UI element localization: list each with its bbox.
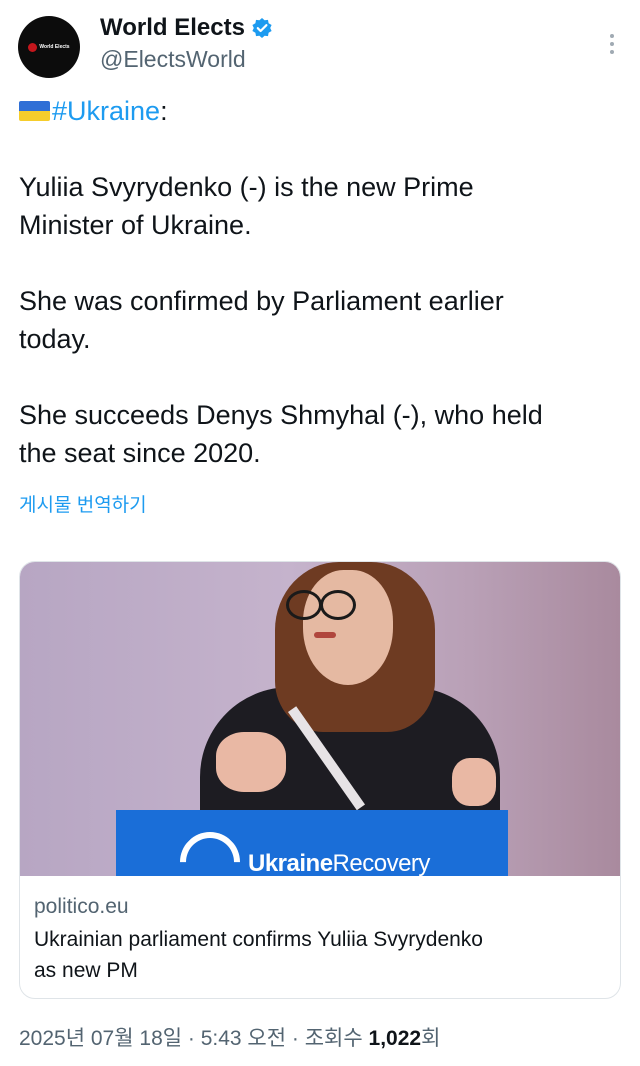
glasses-left	[286, 590, 322, 620]
globe-icon	[28, 42, 38, 52]
display-name[interactable]: World Elects	[100, 14, 245, 42]
hashtag-line: #Ukraine:	[19, 92, 619, 130]
tweet-header: World Elects World Elects @ElectsWorld	[18, 14, 622, 82]
tweet-line: She succeeds Denys Shmyhal (-), who held	[19, 400, 543, 430]
more-options-icon[interactable]	[602, 32, 622, 56]
photo-mouth	[314, 632, 336, 638]
photo-hand-right	[452, 758, 496, 806]
card-title-line: as new PM	[34, 959, 138, 982]
hashtag-link[interactable]: #Ukraine	[52, 92, 160, 130]
tweet-line: the seat since 2020.	[19, 438, 261, 468]
card-domain: politico.eu	[34, 895, 129, 918]
podium-text: UkraineRecovery	[248, 850, 430, 876]
views-suffix: 회	[421, 1027, 441, 1050]
glasses-right	[320, 590, 356, 620]
views-count: 1,022	[368, 1027, 422, 1050]
card-title: Ukrainian parliament confirms Yuliia Svy…	[34, 924, 606, 986]
card-image[interactable]: UkraineRecovery	[20, 562, 620, 876]
timestamp-text[interactable]: 2025년 07월 18일 · 5:43 오전 · 조회수	[19, 1027, 369, 1050]
name-row: World Elects	[100, 14, 273, 42]
translate-post-link[interactable]: 게시물 번역하기	[19, 490, 147, 517]
avatar[interactable]: World Elects	[18, 16, 80, 78]
photo-face	[303, 570, 393, 685]
hashtag-suffix: :	[160, 96, 168, 126]
ukraine-flag-icon	[19, 101, 50, 121]
card-title-line: Ukrainian parliament confirms Yuliia Svy…	[34, 928, 483, 951]
tweet-line: She was confirmed by Parliament earlier	[19, 286, 504, 316]
photo-hand-left	[216, 732, 286, 792]
verified-badge-icon[interactable]	[251, 17, 273, 39]
avatar-logo: World Elects	[28, 42, 70, 52]
tweet-line: today.	[19, 324, 91, 354]
link-card[interactable]: UkraineRecovery politico.eu Ukrainian pa…	[19, 561, 621, 999]
tweet-text: #Ukraine: Yuliia Svyrydenko (-) is the n…	[19, 92, 619, 472]
tweet-line: Minister of Ukraine.	[19, 210, 252, 240]
avatar-text: World Elects	[39, 44, 70, 50]
card-meta: politico.eu Ukrainian parliament confirm…	[20, 876, 620, 986]
tweet-line: Yuliia Svyrydenko (-) is the new Prime	[19, 172, 474, 202]
tweet-timestamp: 2025년 07월 18일 · 5:43 오전 · 조회수 1,022회	[19, 1022, 440, 1052]
user-handle[interactable]: @ElectsWorld	[100, 46, 246, 73]
